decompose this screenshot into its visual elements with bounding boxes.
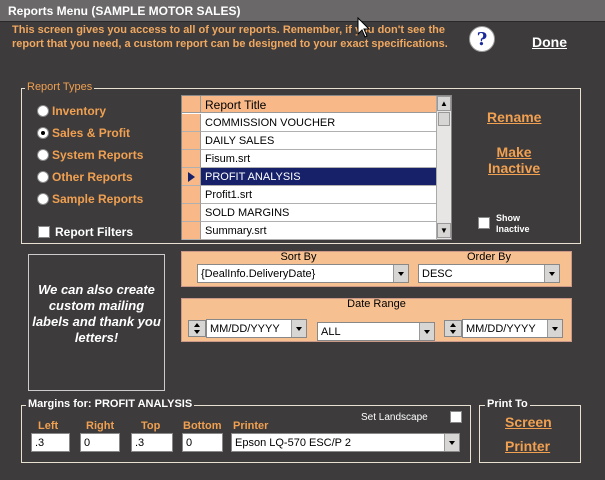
- printer-label: Printer: [233, 420, 269, 432]
- table-row[interactable]: SOLD MARGINS: [182, 204, 437, 222]
- chevron-down-icon[interactable]: [291, 320, 306, 337]
- scroll-down-icon[interactable]: ▼: [437, 223, 451, 238]
- intro-text: This screen gives you access to all of y…: [12, 24, 448, 50]
- row-selector[interactable]: [182, 186, 201, 204]
- chevron-down-icon[interactable]: [393, 265, 408, 282]
- bottom-margin-label: Bottom: [183, 420, 222, 432]
- row-selector[interactable]: [182, 204, 201, 222]
- radio-icon: [37, 127, 49, 139]
- table-row[interactable]: Profit1.srt: [182, 186, 437, 204]
- radio-other-reports[interactable]: Other Reports: [37, 170, 133, 184]
- radio-icon: [37, 193, 49, 205]
- make-inactive-button[interactable]: Make Inactive: [488, 144, 540, 176]
- scroll-thumb[interactable]: [438, 112, 450, 126]
- promo-text: We can also create custom mailing labels…: [32, 282, 161, 345]
- printer-select[interactable]: Epson LQ-570 ESC/P 2: [231, 433, 460, 452]
- row-selector[interactable]: [182, 114, 201, 132]
- sort-by-label: Sort By: [280, 251, 317, 263]
- date-range-select[interactable]: ALL: [317, 322, 435, 341]
- promo-box: We can also create custom mailing labels…: [28, 254, 165, 391]
- row-selector[interactable]: [182, 132, 201, 150]
- rename-button[interactable]: Rename: [487, 109, 541, 125]
- radio-inventory[interactable]: Inventory: [37, 104, 106, 118]
- table-row[interactable]: Fisum.srt: [182, 150, 437, 168]
- report-types-legend: Report Types: [25, 81, 95, 93]
- from-date-field[interactable]: MM/DD/YYYY: [206, 319, 307, 338]
- print-to-legend: Print To: [485, 398, 530, 410]
- grid-header: Report Title: [182, 96, 437, 113]
- left-margin-label: Left: [38, 420, 59, 432]
- order-by-label: Order By: [466, 251, 511, 263]
- row-selector-header: [182, 96, 201, 113]
- margins-legend: Margins for: PROFIT ANALYSIS: [26, 398, 195, 410]
- radio-sample-reports[interactable]: Sample Reports: [37, 192, 143, 206]
- help-icon[interactable]: ?: [469, 26, 495, 52]
- sort-by-select[interactable]: {DealInfo.DeliveryDate}: [197, 264, 409, 283]
- print-to-screen-button[interactable]: Screen: [505, 414, 552, 430]
- top-margin-input[interactable]: .3: [131, 433, 173, 452]
- grid-scrollbar[interactable]: ▲ ▼: [436, 96, 451, 239]
- to-date-field[interactable]: MM/DD/YYYY: [462, 319, 563, 338]
- chevron-down-icon[interactable]: [419, 323, 434, 340]
- current-row-arrow-icon[interactable]: [182, 168, 201, 186]
- chevron-down-icon[interactable]: [544, 265, 559, 282]
- right-margin-label: Right: [86, 420, 115, 432]
- from-date-spinner[interactable]: [188, 320, 206, 337]
- row-selector[interactable]: [182, 150, 201, 168]
- print-to-printer-button[interactable]: Printer: [505, 438, 550, 454]
- report-filters-checkbox[interactable]: Report Filters: [38, 225, 133, 239]
- mouse-cursor-icon: [357, 17, 371, 38]
- scroll-up-icon[interactable]: ▲: [437, 96, 451, 111]
- to-date-spinner[interactable]: [444, 320, 462, 337]
- radio-system-reports[interactable]: System Reports: [37, 148, 143, 162]
- radio-icon: [37, 105, 49, 117]
- bottom-margin-input[interactable]: 0: [182, 433, 223, 452]
- table-row[interactable]: DAILY SALES: [182, 132, 437, 150]
- table-row[interactable]: COMMISSION VOUCHER: [182, 114, 437, 132]
- radio-icon: [37, 171, 49, 183]
- left-margin-input[interactable]: .3: [31, 433, 70, 452]
- reports-grid[interactable]: Report Title COMMISSION VOUCHER DAILY SA…: [181, 95, 452, 240]
- show-inactive-checkbox[interactable]: Show Inactive: [478, 213, 530, 235]
- radio-sales-profit[interactable]: Sales & Profit: [37, 126, 130, 140]
- order-by-select[interactable]: DESC: [418, 264, 560, 283]
- set-landscape-label: Set Landscape: [361, 412, 428, 423]
- spin-down-icon[interactable]: [450, 330, 456, 334]
- row-selector[interactable]: [182, 222, 201, 240]
- chevron-down-icon[interactable]: [547, 320, 562, 337]
- title-bar: Reports Menu (SAMPLE MOTOR SALES): [0, 0, 605, 22]
- right-margin-input[interactable]: 0: [80, 433, 120, 452]
- top-margin-label: Top: [141, 420, 161, 432]
- table-row-selected[interactable]: PROFIT ANALYSIS: [182, 168, 437, 186]
- done-button[interactable]: Done: [532, 34, 567, 50]
- table-row[interactable]: Summary.srt: [182, 222, 437, 240]
- window-title: Reports Menu (SAMPLE MOTOR SALES): [8, 4, 241, 18]
- radio-icon: [37, 149, 49, 161]
- set-landscape-checkbox[interactable]: [450, 411, 462, 423]
- spin-up-icon[interactable]: [450, 323, 456, 327]
- date-range-label: Date Range: [347, 298, 406, 310]
- checkbox-icon: [38, 226, 50, 238]
- spin-down-icon[interactable]: [194, 330, 200, 334]
- report-title-header: Report Title: [201, 96, 437, 113]
- spin-up-icon[interactable]: [194, 323, 200, 327]
- checkbox-icon: [478, 217, 490, 229]
- chevron-down-icon[interactable]: [444, 434, 459, 451]
